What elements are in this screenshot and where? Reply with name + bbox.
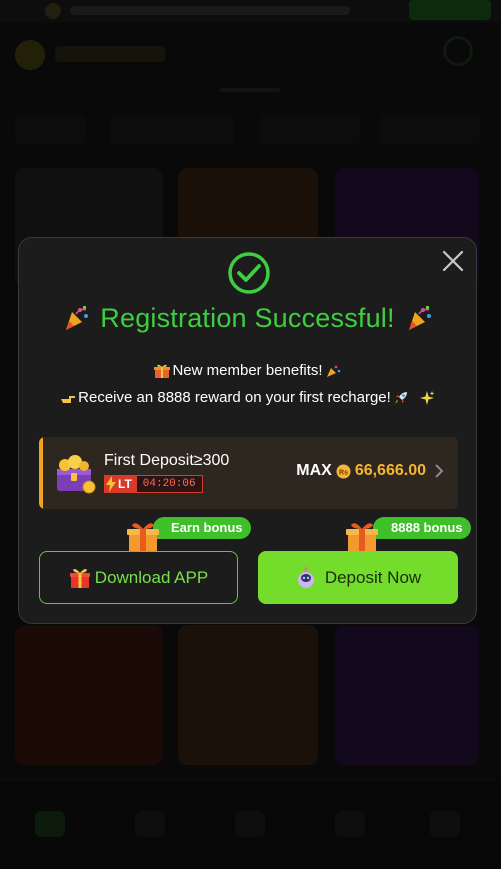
countdown-timer: 04:20:06 — [135, 475, 203, 493]
download-app-button[interactable]: Download APP — [39, 551, 238, 604]
rupee-coin-icon: Rs — [336, 464, 351, 478]
close-icon — [442, 250, 464, 272]
gift-icon — [346, 523, 378, 552]
currency-symbol: Rs — [339, 469, 348, 476]
deposit-now-label: Deposit Now — [324, 567, 422, 587]
download-app-label: Download APP — [94, 567, 209, 587]
rocket-icon — [394, 391, 407, 404]
max-label: MAX — [296, 462, 332, 479]
first-deposit-offer[interactable]: First Deposit≥300 LT 04:20:06 MAX Rs 66,… — [39, 437, 458, 509]
party-popper-icon — [408, 306, 431, 330]
party-popper-icon — [326, 365, 340, 377]
benefits-text: New member benefits! — [172, 362, 323, 379]
chevron-right-icon — [435, 464, 444, 478]
card-accent-bar — [39, 437, 43, 509]
8888-bonus-badge: 8888 bonus — [373, 517, 471, 539]
pointing-hand-icon — [61, 395, 76, 403]
gift-icon — [69, 568, 90, 588]
reward-line: Receive an 8888 reward on your first rec… — [19, 389, 476, 406]
gift-icon — [127, 523, 159, 552]
earn-bonus-badge: Earn bonus — [153, 517, 251, 539]
sparkles-icon — [419, 390, 435, 405]
title-row: Registration Successful! — [19, 302, 476, 334]
close-button[interactable] — [440, 248, 466, 274]
robot-icon — [297, 566, 314, 588]
lightning-icon — [106, 476, 116, 492]
lt-tag: LT — [104, 475, 136, 493]
gift-icon — [154, 364, 171, 378]
limited-time-badge: LT 04:20:06 — [104, 475, 203, 493]
benefits-line: New member benefits! — [19, 362, 476, 379]
deposit-offer-label: First Deposit≥300 — [104, 452, 230, 469]
deposit-now-button[interactable]: Deposit Now — [258, 551, 458, 604]
max-reward: MAX Rs 66,666.00 — [296, 462, 444, 480]
lt-text: LT — [118, 477, 132, 491]
reward-text: Receive an 8888 reward on your first rec… — [78, 389, 391, 406]
party-popper-icon — [66, 306, 89, 330]
treasure-icon — [57, 455, 96, 494]
registration-success-dialog: Registration Successful! New member bene… — [18, 237, 477, 624]
check-circle-icon — [228, 252, 270, 294]
max-amount: 66,666.00 — [354, 462, 426, 479]
dialog-title: Registration Successful! — [100, 302, 395, 333]
